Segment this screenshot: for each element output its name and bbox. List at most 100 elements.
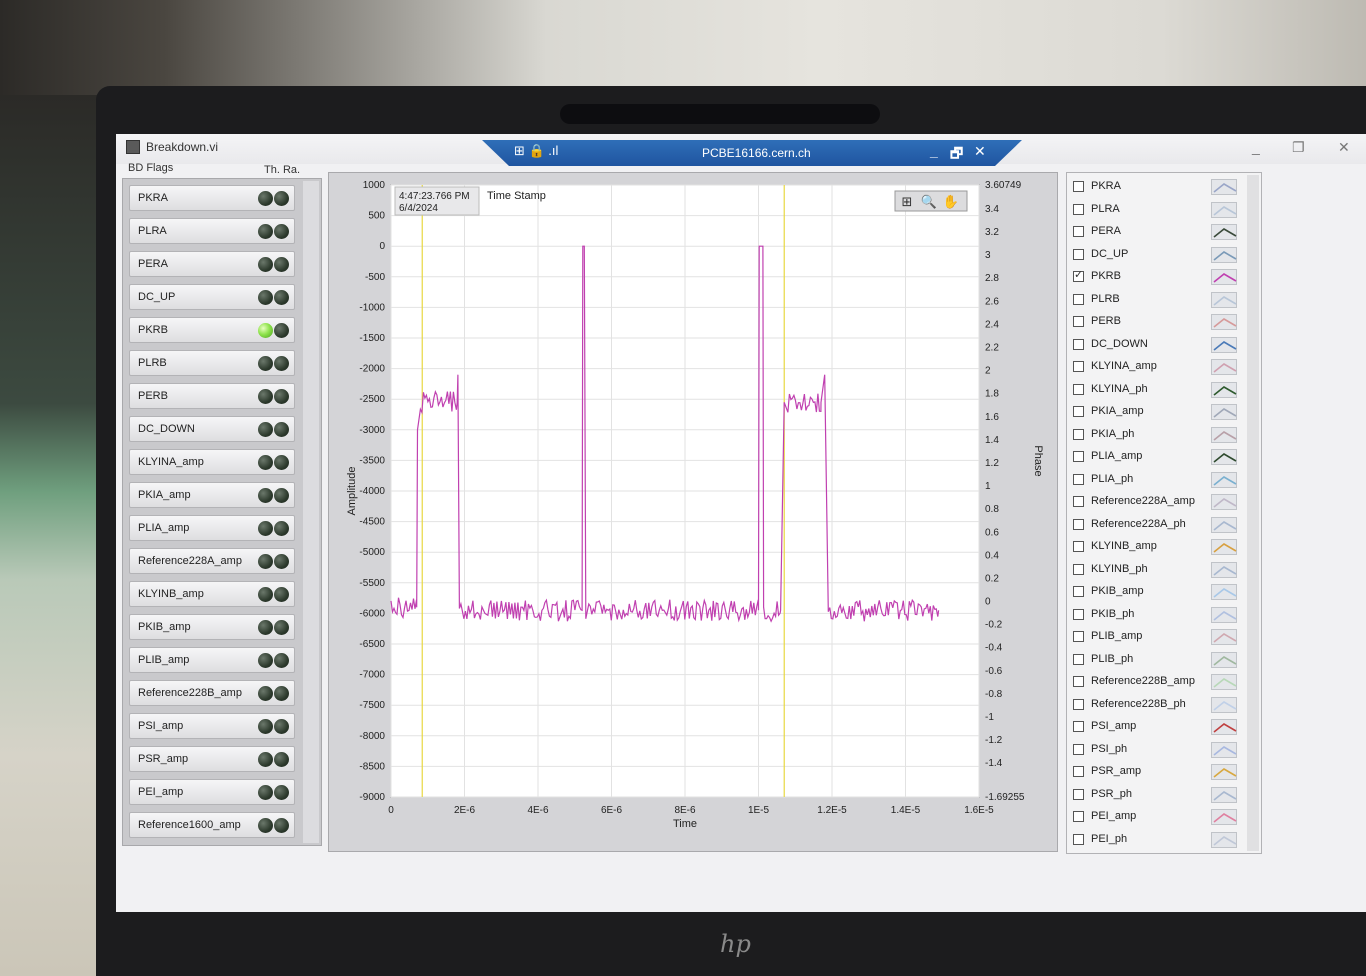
y-tick-label: -8000 bbox=[359, 731, 385, 742]
legend-checkbox[interactable] bbox=[1073, 181, 1084, 192]
legend-plot-swatch-icon[interactable] bbox=[1211, 696, 1237, 713]
legend-checkbox[interactable] bbox=[1073, 203, 1084, 215]
legend-checkbox[interactable] bbox=[1073, 293, 1084, 305]
legend-checkbox[interactable] bbox=[1073, 788, 1084, 800]
bd-flag-label: Reference228A_amp bbox=[138, 555, 242, 567]
legend-item: Reference228A_amp bbox=[1073, 492, 1249, 512]
legend-label: PERB bbox=[1091, 315, 1121, 327]
legend-plot-swatch-icon[interactable] bbox=[1211, 674, 1237, 690]
y2-tick-label: -0.8 bbox=[985, 689, 1003, 700]
legend-plot-swatch-icon[interactable] bbox=[1211, 719, 1237, 735]
legend-checkbox[interactable] bbox=[1073, 743, 1084, 755]
legend-checkbox[interactable] bbox=[1073, 226, 1084, 237]
legend-plot-swatch-icon[interactable] bbox=[1211, 426, 1237, 443]
legend-checkbox[interactable] bbox=[1073, 496, 1084, 507]
legend-label: Reference228A_ph bbox=[1091, 517, 1186, 530]
legend-plot-swatch-icon[interactable] bbox=[1211, 831, 1237, 848]
bd-flag-item: PLIA_amp bbox=[129, 515, 295, 541]
legend-checkbox[interactable] bbox=[1073, 586, 1084, 597]
bd-flag-led-icon bbox=[258, 455, 273, 470]
legend-checkbox[interactable] bbox=[1073, 473, 1084, 485]
y2-tick-label: -1.2 bbox=[985, 735, 1003, 746]
legend-checkbox[interactable] bbox=[1073, 833, 1084, 845]
legend-checkbox[interactable] bbox=[1073, 518, 1084, 530]
legend-checkbox[interactable] bbox=[1073, 676, 1084, 687]
waveform-plot[interactable]: 0 2E-6 4E-6 6E-6 8E-6 1E-5 1.2E-5 1.4E-5 1.6E-5 1… bbox=[329, 173, 1059, 853]
legend-checkbox[interactable] bbox=[1073, 653, 1084, 665]
legend-plot-swatch-icon[interactable] bbox=[1211, 786, 1237, 803]
legend-plot-swatch-icon[interactable] bbox=[1211, 404, 1237, 420]
minimize-button[interactable]: _ bbox=[1252, 139, 1260, 155]
remote-restore-button[interactable]: 🗗 bbox=[950, 143, 963, 166]
th-ra-led-icon bbox=[274, 653, 289, 668]
legend-plot-swatch-icon[interactable] bbox=[1211, 224, 1237, 240]
legend-plot-swatch-icon[interactable] bbox=[1211, 809, 1237, 825]
legend-plot-swatch-icon[interactable] bbox=[1211, 539, 1237, 555]
bd-flag-label: PKRA bbox=[138, 192, 168, 204]
legend-checkbox[interactable] bbox=[1073, 406, 1084, 417]
x-tick-label: 1E-5 bbox=[748, 805, 770, 816]
bd-flag-led-icon bbox=[258, 587, 273, 602]
legend-plot-swatch-icon[interactable] bbox=[1211, 584, 1237, 600]
legend-checkbox[interactable] bbox=[1073, 608, 1084, 620]
legend-checkbox[interactable] bbox=[1073, 268, 1084, 282]
legend-checkbox[interactable] bbox=[1073, 698, 1084, 710]
remote-pin-icon[interactable]: ⊞ 🔒 .ıl bbox=[514, 143, 558, 159]
legend-checkbox[interactable] bbox=[1073, 248, 1084, 260]
legend-item: PEI_ph bbox=[1073, 830, 1249, 850]
y2-tick-label: -0.2 bbox=[985, 620, 1003, 631]
th-ra-header: Th. Ra. bbox=[264, 164, 301, 176]
legend-checkbox[interactable] bbox=[1073, 541, 1084, 552]
legend-checkbox[interactable] bbox=[1073, 563, 1084, 575]
remote-minimize-button[interactable]: _ bbox=[930, 143, 938, 159]
crosshair-tool-icon[interactable]: ⊞ bbox=[902, 194, 913, 209]
legend-checkbox[interactable] bbox=[1073, 721, 1084, 732]
legend-plot-swatch-icon[interactable] bbox=[1211, 381, 1237, 398]
restore-button[interactable]: ❐ bbox=[1292, 139, 1305, 156]
legend-plot-swatch-icon[interactable] bbox=[1211, 291, 1237, 308]
legend-plot-swatch-icon[interactable] bbox=[1211, 471, 1237, 488]
legend-plot-swatch-icon[interactable] bbox=[1211, 314, 1237, 330]
legend-plot-swatch-icon[interactable] bbox=[1211, 336, 1237, 353]
legend-plot-swatch-icon[interactable] bbox=[1211, 606, 1237, 623]
close-button[interactable]: ✕ bbox=[1338, 139, 1350, 156]
legend-checkbox[interactable] bbox=[1073, 428, 1084, 440]
bd-flags-scrollbar[interactable] bbox=[303, 181, 319, 843]
bd-flag-label: KLYINA_amp bbox=[138, 456, 204, 468]
legend-checkbox[interactable] bbox=[1073, 631, 1084, 642]
legend-checkbox[interactable] bbox=[1073, 451, 1084, 462]
legend-plot-swatch-icon[interactable] bbox=[1211, 359, 1237, 375]
y-tick-label: -1000 bbox=[359, 302, 385, 313]
legend-plot-swatch-icon[interactable] bbox=[1211, 651, 1237, 668]
bd-flag-led-icon bbox=[258, 785, 273, 800]
y2-axis-label: Phase bbox=[1032, 445, 1044, 476]
legend-checkbox[interactable] bbox=[1073, 338, 1084, 350]
legend-checkbox[interactable] bbox=[1073, 811, 1084, 822]
legend-label: PKRB bbox=[1091, 270, 1121, 282]
legend-label: PLIA_amp bbox=[1091, 450, 1143, 462]
y-tick-label: -3500 bbox=[359, 455, 385, 466]
legend-plot-swatch-icon[interactable] bbox=[1211, 516, 1237, 533]
legend-checkbox[interactable] bbox=[1073, 766, 1084, 777]
zoom-tool-icon[interactable]: 🔍 bbox=[921, 193, 937, 209]
legend-plot-swatch-icon[interactable] bbox=[1211, 764, 1237, 780]
th-ra-led-icon bbox=[274, 422, 289, 437]
legend-plot-swatch-icon[interactable] bbox=[1211, 629, 1237, 645]
legend-plot-swatch-icon[interactable] bbox=[1211, 741, 1237, 758]
hp-logo: hp bbox=[720, 930, 751, 958]
pan-tool-icon[interactable]: ✋ bbox=[943, 194, 959, 209]
legend-plot-swatch-icon[interactable] bbox=[1211, 561, 1237, 578]
y2-tick-label: 1 bbox=[985, 481, 991, 492]
y2-tick-label: 0 bbox=[985, 597, 991, 608]
legend-plot-swatch-icon[interactable] bbox=[1211, 269, 1237, 285]
legend-checkbox[interactable] bbox=[1073, 361, 1084, 372]
legend-plot-swatch-icon[interactable] bbox=[1211, 494, 1237, 510]
legend-checkbox[interactable] bbox=[1073, 316, 1084, 327]
remote-close-button[interactable]: ✕ bbox=[974, 143, 986, 160]
legend-plot-swatch-icon[interactable] bbox=[1211, 201, 1237, 218]
bd-flag-led-icon bbox=[258, 290, 273, 305]
legend-checkbox[interactable] bbox=[1073, 383, 1084, 395]
legend-plot-swatch-icon[interactable] bbox=[1211, 246, 1237, 263]
legend-plot-swatch-icon[interactable] bbox=[1211, 179, 1237, 195]
legend-plot-swatch-icon[interactable] bbox=[1211, 449, 1237, 465]
